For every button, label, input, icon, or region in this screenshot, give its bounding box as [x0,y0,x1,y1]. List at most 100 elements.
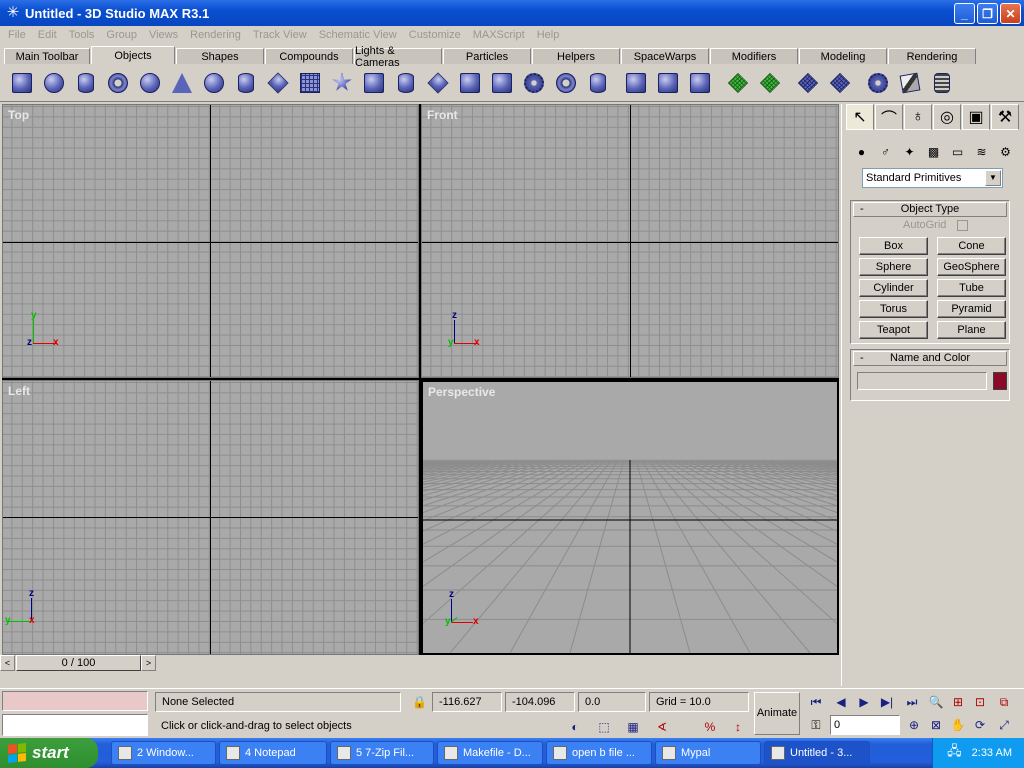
taskbar-button[interactable]: 4 Notepad [219,741,327,765]
sphere-icon[interactable] [38,67,70,99]
snap-toggle-icon[interactable]: ▦ [623,718,643,736]
viewport-label-front[interactable]: Front [427,108,458,122]
lathe-icon[interactable] [894,67,926,99]
sphere-button[interactable]: Sphere [859,258,928,276]
geosphere-icon[interactable] [198,67,230,99]
patch-grid-icon[interactable] [722,67,754,99]
motion-tab-icon[interactable]: ◎ [933,104,961,130]
maxscript-listener-mini[interactable] [2,691,148,711]
network-icon[interactable]: 🖧 [947,742,962,764]
cameras-icon[interactable]: ▩ [924,142,943,161]
region-zoom-icon[interactable]: ⊠ [926,716,946,734]
start-button[interactable]: start [0,738,98,768]
key-mode-icon[interactable]: ⚿ [806,716,826,734]
viewport-left[interactable]: Left z y x [2,380,419,655]
viewport-front[interactable]: Front z y x [421,104,839,378]
geometry-icon[interactable]: ● [852,142,871,161]
angle-snap-icon[interactable]: ∢ [652,718,672,736]
min-max-toggle-icon[interactable]: ⤢ [994,716,1014,734]
utilities-tab-icon[interactable]: ⚒ [991,104,1019,130]
viewport-perspective[interactable]: Perspective z y x [421,380,839,655]
window-crossing-icon[interactable]: ⬚ [594,718,614,736]
menu-edit[interactable]: Edit [32,29,63,41]
coord-z-field[interactable]: 0.0 [578,692,646,712]
arc-rotate-icon[interactable]: ⟳ [970,716,990,734]
spindle-icon[interactable] [422,67,454,99]
play-icon[interactable]: ▶ [854,693,874,711]
tab-objects[interactable]: Objects [91,46,175,64]
spring-icon[interactable] [926,67,958,99]
nurbs-point-icon[interactable] [824,67,856,99]
gengon-icon[interactable] [454,67,486,99]
time-slider-next[interactable]: > [141,655,156,671]
current-frame-field[interactable]: 0 [830,715,900,735]
torus-button[interactable]: Torus [859,300,928,318]
c-ext-icon[interactable] [652,67,684,99]
teapot-icon[interactable] [134,67,166,99]
torus-icon[interactable] [102,67,134,99]
cone-icon[interactable] [166,67,198,99]
l-ext-icon[interactable] [620,67,652,99]
taskbar-button[interactable]: Mypal [655,741,761,765]
menu-help[interactable]: Help [531,29,566,41]
teapot-button[interactable]: Teapot [859,321,928,339]
tab-modifiers[interactable]: Modifiers [710,48,798,64]
time-slider-prev[interactable]: < [0,655,15,671]
minimize-button[interactable]: _ [954,3,975,24]
modify-tab-icon[interactable]: ⌒ [875,104,903,130]
tab-rendering[interactable]: Rendering [888,48,976,64]
coord-y-field[interactable]: -104.096 [505,692,575,712]
ring-wave-icon[interactable] [518,67,550,99]
viewport-label-perspective[interactable]: Perspective [428,385,495,399]
tab-particles[interactable]: Particles [443,48,531,64]
zoom-extents-icon[interactable]: ⊡ [970,693,990,711]
hierarchy-tab-icon[interactable]: ♁ [904,104,932,130]
torus-knot-icon[interactable] [550,67,582,99]
menu-customize[interactable]: Customize [403,29,467,41]
time-slider-track[interactable]: < 0 / 100 > [0,655,840,672]
menu-track-view[interactable]: Track View [247,29,313,41]
menu-group[interactable]: Group [100,29,143,41]
prism-icon[interactable] [486,67,518,99]
zoom-all-icon[interactable]: ⊞ [948,693,968,711]
systems-icon[interactable]: ⚙ [996,142,1015,161]
menu-schematic-view[interactable]: Schematic View [313,29,403,41]
animate-button[interactable]: Animate [754,692,800,735]
zoom-extents-all-icon[interactable]: ⧉ [994,693,1014,711]
cylinder-icon[interactable] [70,67,102,99]
plane-icon[interactable] [294,67,326,99]
menu-views[interactable]: Views [143,29,184,41]
prev-frame-icon[interactable]: ◀ [831,693,851,711]
fov-icon[interactable]: ⊕ [904,716,924,734]
tri-patch-icon[interactable] [754,67,786,99]
object-name-field[interactable] [857,372,987,390]
tab-lights-cameras[interactable]: Lights & Cameras [354,45,442,69]
geosphere-button[interactable]: GeoSphere [937,258,1006,276]
nurbs-cv-icon[interactable] [792,67,824,99]
maximize-button[interactable]: ❐ [977,3,998,24]
object-color-swatch[interactable] [993,372,1007,390]
taskbar-button[interactable]: Untitled - 3... [764,741,870,765]
autogrid-checkbox[interactable] [957,220,968,231]
menu-file[interactable]: File [2,29,32,41]
chevron-down-icon[interactable]: ▼ [985,170,1001,186]
menu-tools[interactable]: Tools [63,29,101,41]
goto-end-icon[interactable]: ⏭ [902,693,922,711]
viewport-label-left[interactable]: Left [8,384,30,398]
menu-rendering[interactable]: Rendering [184,29,247,41]
box-icon[interactable] [6,67,38,99]
tube-button[interactable]: Tube [937,279,1006,297]
tab-helpers[interactable]: Helpers [532,48,620,64]
lights-icon[interactable]: ✦ [900,142,919,161]
viewport-top[interactable]: Top y z x [2,104,419,378]
cylinder-button[interactable]: Cylinder [859,279,928,297]
tab-main-toolbar[interactable]: Main Toolbar [4,48,90,64]
taskbar-button[interactable]: open b file ... [546,741,652,765]
taskbar-button[interactable]: 2 Window... [111,741,216,765]
nurbs-curve-icon[interactable] [862,67,894,99]
tab-spacewarps[interactable]: SpaceWarps [621,48,709,64]
cone-button[interactable]: Cone [937,237,1006,255]
goto-start-icon[interactable]: ⏮ [806,693,826,711]
pyramid-icon[interactable] [262,67,294,99]
viewport-label-top[interactable]: Top [8,108,29,122]
